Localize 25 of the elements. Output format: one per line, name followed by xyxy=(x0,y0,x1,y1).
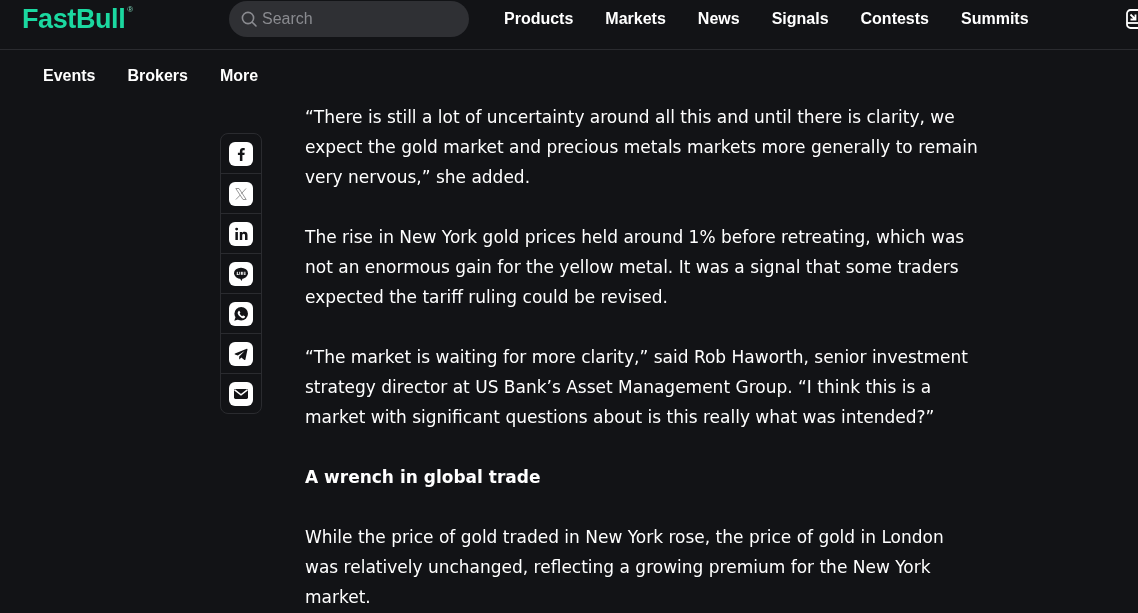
article-paragraph: “The market is waiting for more clarity,” said Rob Haworth, senior investment strategy director at US Bank’s Asset Management Group. “I think this is a market with significant questions about is this really what was intended?” xyxy=(305,346,969,429)
envelope-icon[interactable] xyxy=(229,381,253,406)
nav-link[interactable]: Signals xyxy=(771,9,829,29)
site-logo[interactable]: FastBull$^{®}$ xyxy=(22,4,134,34)
whatsapp-icon[interactable] xyxy=(229,301,253,326)
article-paragraph: “There is still a lot of uncertainty around all this and until there is clarity, we expect the gold market and precious metals markets more generally to remain very nervous,” she added. xyxy=(305,106,979,189)
nav-link[interactable]: Markets xyxy=(605,9,666,29)
line-chat-icon[interactable] xyxy=(229,261,253,286)
search-icon xyxy=(241,11,257,27)
download-icon[interactable] xyxy=(1126,9,1138,29)
article-paragraph: The rise in New York gold prices held around 1% before retreating, which was not an enormous gain for the yellow metal. It was a signal that some traders expected the tariff ruling could be revised. xyxy=(305,226,966,309)
search-field[interactable]: Search xyxy=(229,1,469,37)
nav-link[interactable]: Summits xyxy=(961,9,1029,29)
nav-link[interactable]: Products xyxy=(504,9,574,29)
nav-link[interactable]: Brokers xyxy=(127,66,188,86)
facebook-icon[interactable] xyxy=(229,141,253,166)
nav-link[interactable]: Contests xyxy=(860,9,929,29)
nav-link[interactable]: Events xyxy=(43,66,96,86)
nav-link[interactable]: News xyxy=(697,9,740,29)
section-heading: A wrench in global trade xyxy=(305,466,542,489)
x-logo-icon[interactable] xyxy=(229,181,253,206)
nav-link[interactable]: More xyxy=(219,66,259,86)
linkedin-icon[interactable] xyxy=(229,221,253,246)
paper-plane-icon[interactable] xyxy=(229,341,253,366)
article-paragraph: While the price of gold traded in New York rose, the price of gold in London was relatively unchanged, reflecting a growing premium for the New York market. xyxy=(305,526,945,609)
